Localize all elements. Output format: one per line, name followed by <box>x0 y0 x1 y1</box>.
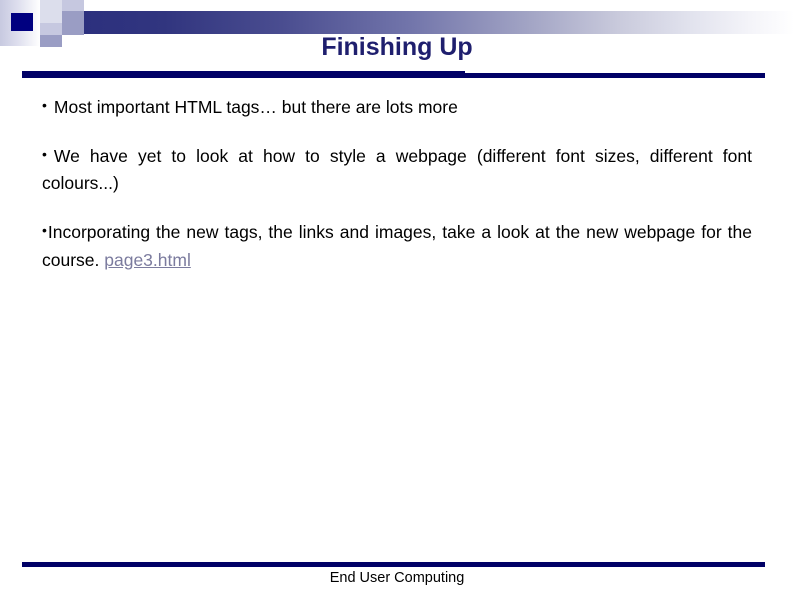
footer-label: End User Computing <box>329 570 465 586</box>
title-divider-left <box>22 71 465 78</box>
page3-link[interactable]: page3.html <box>104 250 191 270</box>
deco-square-2 <box>62 0 84 11</box>
bullet-marker-icon: • <box>42 222 47 239</box>
title-divider-right <box>465 73 765 78</box>
bullet-item-1: • Most important HTML tags… but there are… <box>42 94 752 121</box>
slide: Finishing Up • Most important HTML tags… … <box>0 0 794 595</box>
bullet-text-2: We have yet to look at how to style a we… <box>42 146 752 194</box>
bullet-text-1: Most important HTML tags… but there are … <box>53 97 458 117</box>
header-gradient-band <box>62 11 794 34</box>
deco-square-1 <box>40 0 62 11</box>
bullet-item-2: • We have yet to look at how to style a w… <box>42 143 752 197</box>
bullet-marker-icon: • <box>42 97 47 113</box>
footer-divider <box>22 562 765 567</box>
deco-square-3 <box>40 11 62 23</box>
page-title: Finishing Up <box>321 33 473 61</box>
bullet-marker-icon: • <box>42 146 47 163</box>
slide-body: • Most important HTML tags… but there are… <box>42 94 752 274</box>
deco-square-navy <box>11 13 33 31</box>
deco-square-4 <box>62 11 84 23</box>
bullet-item-3: •Incorporating the new tags, the links a… <box>42 219 752 273</box>
